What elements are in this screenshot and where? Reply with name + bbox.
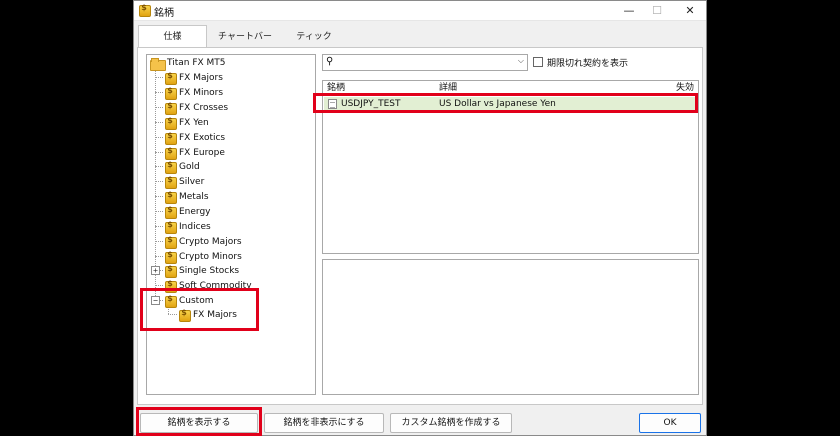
- tree-item-custom[interactable]: Custom: [164, 294, 213, 308]
- tree-item-silver[interactable]: Silver: [164, 175, 204, 189]
- dollar-coin-icon: [164, 116, 177, 130]
- tree-item-single-stocks[interactable]: Single Stocks: [164, 264, 239, 278]
- title-bar: 銘柄 — ☐ ✕: [134, 1, 706, 21]
- tree-item-fx-majors[interactable]: FX Majors: [164, 71, 223, 85]
- dollar-coin-icon: [178, 308, 191, 322]
- dollar-coin-icon: [164, 220, 177, 234]
- search-icon: ⚲: [326, 56, 334, 67]
- symbols-window: 銘柄 — ☐ ✕ 仕様 チャートバー ティック: [133, 0, 707, 436]
- dollar-coin-icon: [164, 131, 177, 145]
- tab-specification[interactable]: 仕様: [138, 25, 207, 48]
- symbol-tree[interactable]: Titan FX MT5 FX Majors FX Minors FX Cros…: [146, 54, 316, 395]
- window-title: 銘柄: [154, 8, 174, 19]
- tab-chart-bars[interactable]: チャートバー: [210, 28, 280, 47]
- table-row[interactable]: USDJPY_TEST US Dollar vs Japanese Yen: [324, 97, 698, 111]
- dollar-coin-icon: [164, 235, 177, 249]
- tree-item-custom-fx-majors[interactable]: FX Majors: [178, 308, 237, 322]
- folder-icon: [150, 57, 166, 71]
- dollar-coin-icon: [164, 264, 177, 278]
- app-coin-icon: [138, 3, 151, 17]
- row-description: US Dollar vs Japanese Yen: [439, 99, 556, 109]
- ok-button[interactable]: OK: [639, 413, 701, 433]
- show-expired-checkbox[interactable]: [533, 57, 543, 67]
- chevron-down-icon[interactable]: ⌵: [518, 56, 524, 66]
- tree-item-crypto-majors[interactable]: Crypto Majors: [164, 235, 242, 249]
- tree-item-soft-commodity[interactable]: Soft Commodity: [164, 279, 252, 293]
- tree-item-metals[interactable]: Metals: [164, 190, 209, 204]
- document-icon: [328, 99, 337, 109]
- maximize-button[interactable]: ☐: [644, 2, 670, 20]
- tree-item-fx-exotics[interactable]: FX Exotics: [164, 131, 225, 145]
- row-symbol: USDJPY_TEST: [341, 99, 401, 109]
- minimize-button[interactable]: —: [616, 2, 642, 20]
- column-description[interactable]: 詳細: [439, 81, 457, 95]
- show-symbol-button[interactable]: 銘柄を表示する: [140, 413, 258, 433]
- dollar-coin-icon: [164, 160, 177, 174]
- show-expired-label: 期限切れ契約を表示: [547, 59, 629, 69]
- close-button[interactable]: ✕: [677, 2, 703, 20]
- dollar-coin-icon: [164, 250, 177, 264]
- dollar-coin-icon: [164, 294, 177, 308]
- collapse-custom-toggle[interactable]: −: [151, 296, 160, 305]
- symbol-search-combobox[interactable]: ⚲ ⌵: [322, 54, 528, 71]
- tree-item-fx-yen[interactable]: FX Yen: [164, 116, 209, 130]
- tree-item-indices[interactable]: Indices: [164, 220, 211, 234]
- tree-item-energy[interactable]: Energy: [164, 205, 211, 219]
- tab-bar: 仕様 チャートバー ティック: [134, 25, 706, 48]
- column-expiration[interactable]: 失効: [676, 81, 694, 95]
- dollar-coin-icon: [164, 190, 177, 204]
- dollar-coin-icon: [164, 146, 177, 160]
- symbol-list[interactable]: 銘柄 詳細 失効 USDJPY_TEST US Dollar vs Japane…: [322, 80, 699, 254]
- dollar-coin-icon: [164, 175, 177, 189]
- tab-ticks[interactable]: ティック: [282, 28, 346, 47]
- dollar-coin-icon: [164, 86, 177, 100]
- dollar-coin-icon: [164, 205, 177, 219]
- hide-symbol-button[interactable]: 銘柄を非表示にする: [264, 413, 384, 433]
- tree-item-fx-europe[interactable]: FX Europe: [164, 146, 225, 160]
- dollar-coin-icon: [164, 101, 177, 115]
- dollar-coin-icon: [164, 279, 177, 293]
- tree-root[interactable]: Titan FX MT5: [150, 56, 226, 71]
- tree-item-crypto-minors[interactable]: Crypto Minors: [164, 250, 242, 264]
- symbol-list-header: 銘柄 詳細 失効: [323, 81, 698, 95]
- create-custom-symbol-button[interactable]: カスタム銘柄を作成する: [390, 413, 512, 433]
- dollar-coin-icon: [164, 71, 177, 85]
- tree-item-fx-crosses[interactable]: FX Crosses: [164, 101, 228, 115]
- expand-single-stocks-toggle[interactable]: +: [151, 266, 160, 275]
- tree-item-gold[interactable]: Gold: [164, 160, 200, 174]
- symbol-details-pane: [322, 259, 699, 395]
- tree-item-fx-minors[interactable]: FX Minors: [164, 86, 223, 100]
- tab-panel: Titan FX MT5 FX Majors FX Minors FX Cros…: [137, 47, 703, 405]
- column-symbol[interactable]: 銘柄: [327, 81, 345, 95]
